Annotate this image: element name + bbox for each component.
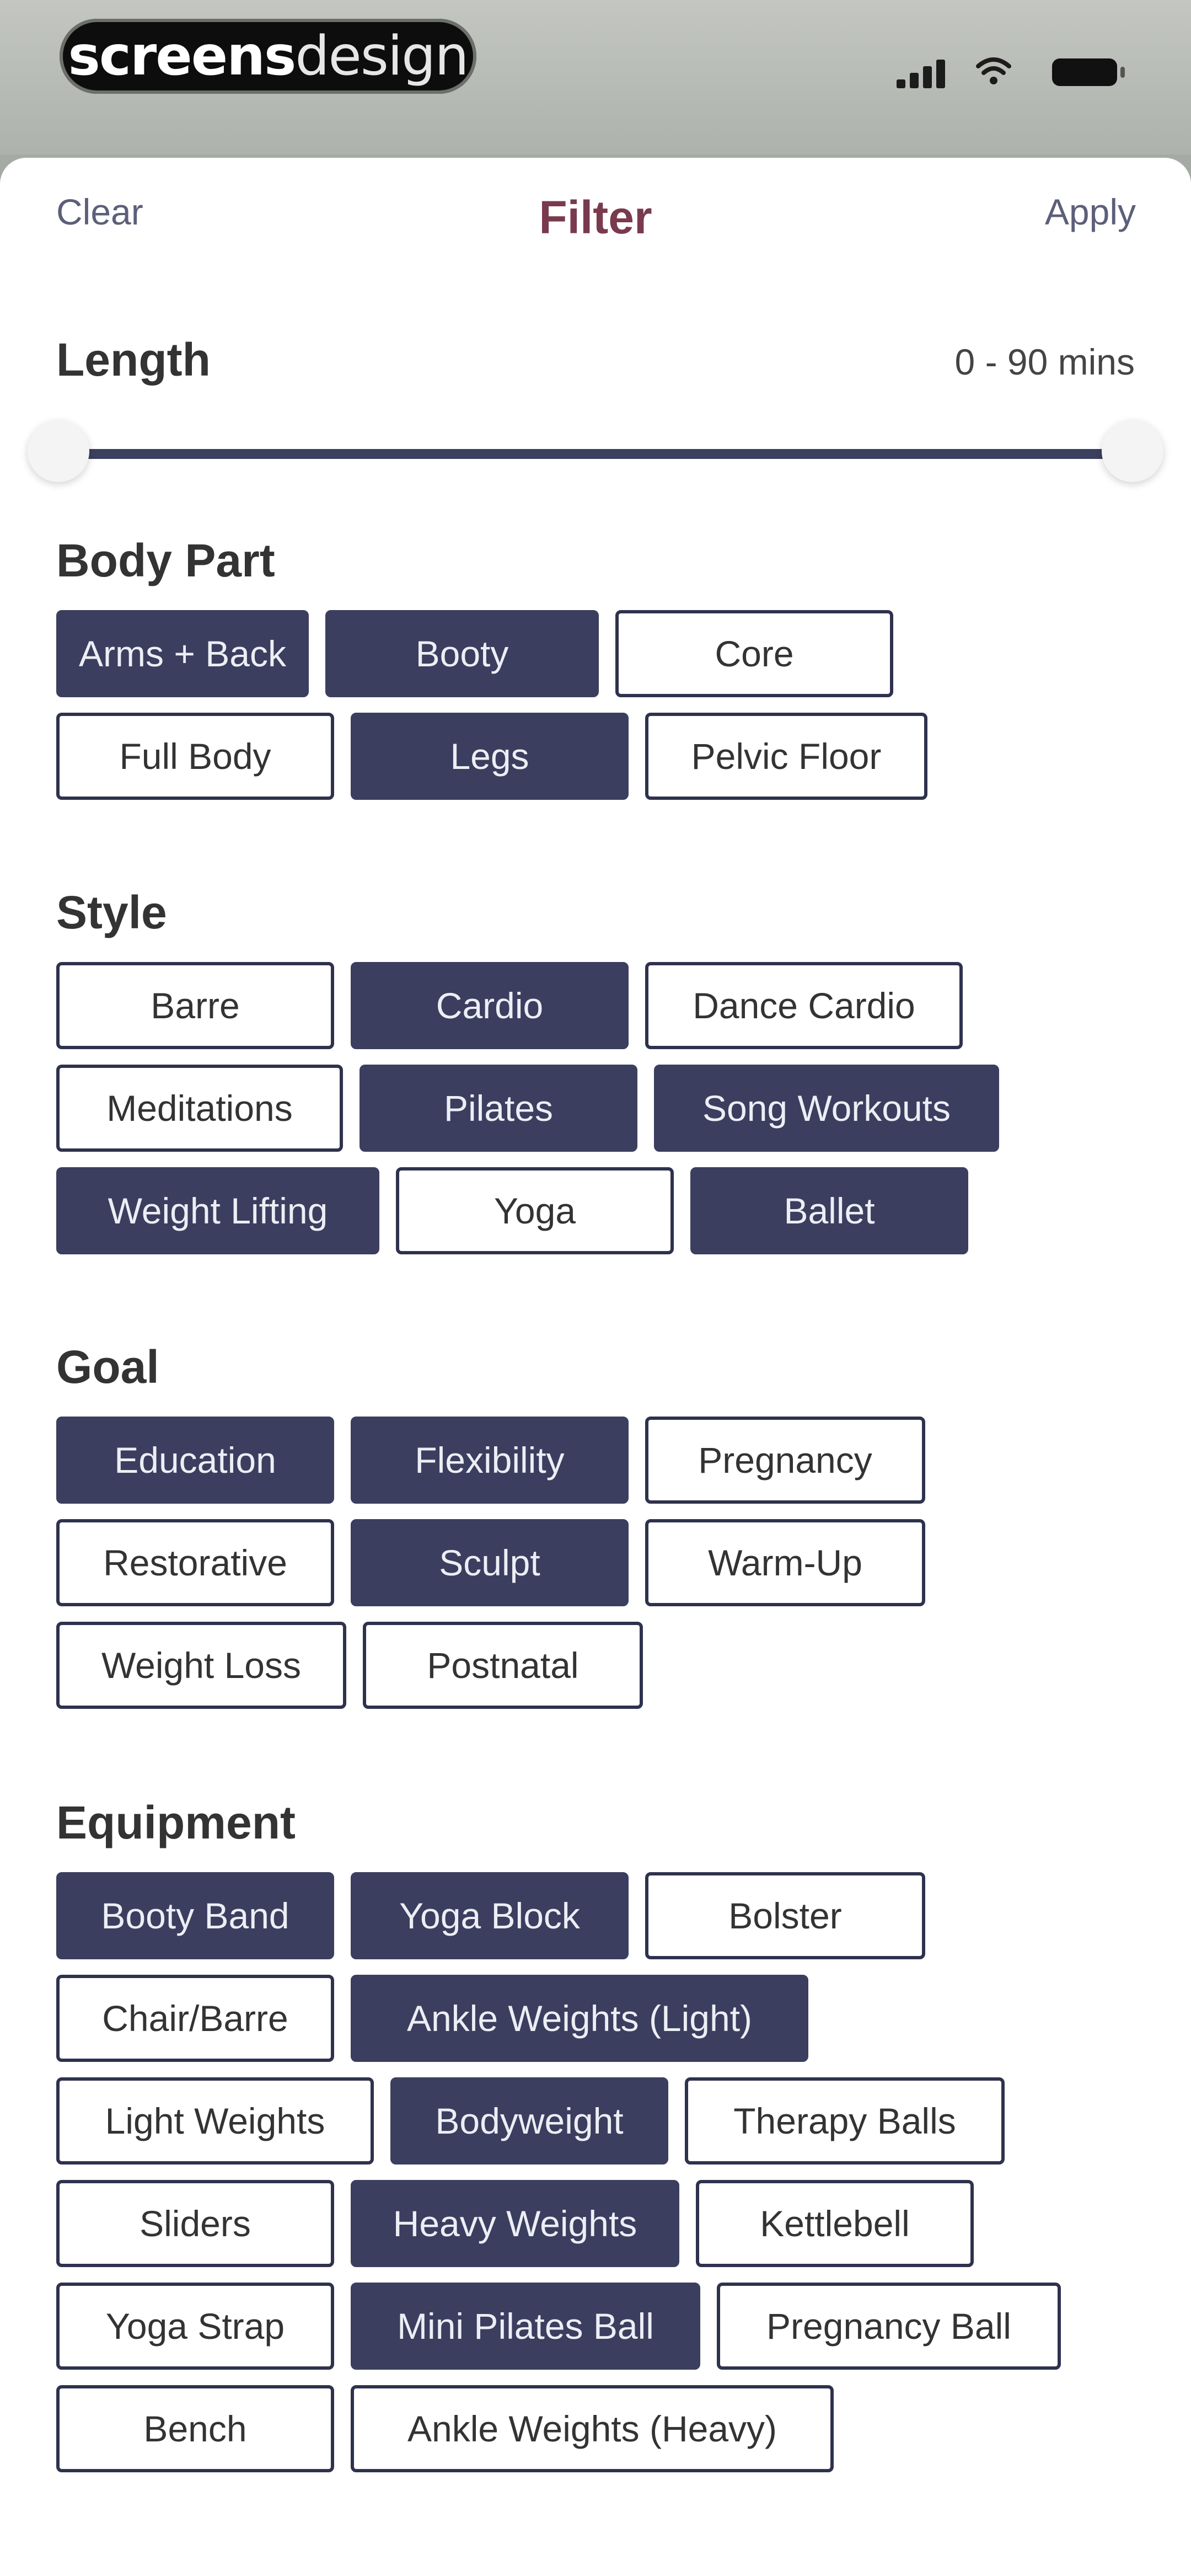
status-bar: screens design (0, 0, 1191, 154)
filter-chip[interactable]: Restorative (56, 1519, 334, 1606)
chip-row: Sliders Heavy Weights Kettlebell (56, 2180, 1135, 2268)
filter-chip[interactable]: Ballet (690, 1167, 968, 1254)
filter-chip[interactable]: Ankle Weights (Heavy) (351, 2385, 834, 2472)
filter-chip[interactable]: Ankle Weights (Light) (351, 1975, 808, 2062)
length-value: 0 - 90 mins (954, 341, 1135, 382)
length-range-slider[interactable] (28, 420, 1163, 487)
battery-icon (1052, 58, 1125, 86)
section-title: Goal (56, 1341, 159, 1393)
page-title: Filter (539, 191, 652, 243)
slider-min-handle[interactable] (28, 420, 89, 482)
chip-row: Yoga Strap Mini Pilates Ball Pregnancy Bal… (56, 2283, 1135, 2371)
filter-chip[interactable]: Chair/Barre (56, 1975, 334, 2062)
wifi-icon (976, 57, 1011, 84)
chip-row: Weight Lifting Yoga Ballet (56, 1167, 1135, 1255)
chip-group: Education Flexibility Pregnancy Restorative… (56, 1417, 1135, 1710)
section-title: Equipment (56, 1797, 296, 1848)
chip-row: Chair/Barre Ankle Weights (Light) (56, 1975, 1135, 2063)
slider-track[interactable] (66, 449, 1125, 459)
filter-chip[interactable]: Pilates (360, 1065, 637, 1152)
chip-row: Meditations Pilates Song Workouts (56, 1065, 1135, 1153)
filter-chip[interactable]: Postnatal (363, 1622, 643, 1709)
filter-sheet: Clear Filter Apply Length 0 - 90 mins Bo… (0, 158, 1191, 2576)
filter-chip[interactable]: Flexibility (351, 1417, 629, 1504)
goal-section: Goal Education Flexibility Pregnancy Restor… (56, 1339, 1135, 1724)
chip-row: Barre Cardio Dance Cardio (56, 962, 1135, 1050)
filter-chip[interactable]: Yoga Strap (56, 2283, 334, 2370)
length-header: Length 0 - 90 mins (56, 333, 1135, 388)
chip-row: Bench Ankle Weights (Heavy) (56, 2385, 1135, 2473)
filter-chip[interactable]: Mini Pilates Ball (351, 2283, 700, 2370)
filter-chip[interactable]: Therapy Balls (685, 2077, 1005, 2165)
slider-max-handle[interactable] (1102, 420, 1163, 482)
filter-chip[interactable]: Yoga Block (351, 1872, 629, 1959)
filter-chip[interactable]: Dance Cardio (645, 962, 963, 1049)
filter-chip[interactable]: Yoga (396, 1167, 674, 1254)
chip-row: Restorative Sculpt Warm-Up (56, 1519, 1135, 1607)
chip-row: Education Flexibility Pregnancy (56, 1417, 1135, 1505)
filter-chip[interactable]: Cardio (351, 962, 629, 1049)
chip-group: Booty Band Yoga Block Bolster Chair/Barre An… (56, 1872, 1135, 2473)
filter-chip[interactable]: Light Weights (56, 2077, 374, 2165)
filter-chip[interactable]: Song Workouts (654, 1065, 999, 1152)
filter-chip[interactable]: Weight Loss (56, 1622, 346, 1709)
equipment-section: Equipment Booty Band Yoga Block Bolster Cha… (56, 1795, 1135, 2488)
filter-chip[interactable]: Pregnancy (645, 1417, 925, 1504)
filter-chip[interactable]: Booty Band (56, 1872, 334, 1959)
section-title: Style (56, 886, 167, 938)
filter-chip[interactable]: Bench (56, 2385, 334, 2472)
filter-chip[interactable]: Legs (351, 713, 629, 800)
filter-chip[interactable]: Pregnancy Ball (717, 2283, 1061, 2370)
filter-chip[interactable]: Bodyweight (390, 2077, 668, 2165)
chip-row: Weight Loss Postnatal (56, 1622, 1135, 1710)
filter-chip[interactable]: Barre (56, 962, 334, 1049)
chip-row: Booty Band Yoga Block Bolster (56, 1872, 1135, 1960)
filter-chip[interactable]: Pelvic Floor (645, 713, 927, 800)
filter-chip[interactable]: Weight Lifting (56, 1167, 379, 1254)
status-icons (897, 55, 1125, 88)
filter-chip[interactable]: Arms + Back (56, 610, 309, 697)
chip-group: Barre Cardio Dance Cardio Meditations Pilate… (56, 962, 1135, 1255)
filter-chip[interactable]: Kettlebell (696, 2180, 974, 2267)
filter-chip[interactable]: Education (56, 1417, 334, 1504)
chip-row: Arms + Back Booty Core (56, 610, 1135, 698)
chip-row: Light Weights Bodyweight Therapy Balls (56, 2077, 1135, 2166)
filter-chip[interactable]: Warm-Up (645, 1519, 925, 1606)
filter-chip[interactable]: Sliders (56, 2180, 334, 2267)
filter-chip[interactable]: Full Body (56, 713, 334, 800)
logo-text-bold: screens (68, 25, 297, 88)
cellular-signal-icon (897, 55, 952, 88)
screensdesign-logo: screens design (60, 19, 476, 94)
chip-row: Full Body Legs Pelvic Floor (56, 713, 1135, 801)
filter-chip[interactable]: Core (615, 610, 893, 697)
filter-chip[interactable]: Sculpt (351, 1519, 629, 1606)
logo-text-light: design (295, 25, 469, 88)
body-part-section: Body Part Arms + Back Booty Core Full Body L… (56, 533, 1135, 815)
nav-bar: Clear Filter Apply (0, 191, 1191, 257)
apply-button[interactable]: Apply (1045, 191, 1136, 233)
filter-chip[interactable]: Bolster (645, 1872, 925, 1959)
style-section: Style Barre Cardio Dance Cardio Meditations… (56, 885, 1135, 1270)
filter-chip[interactable]: Heavy Weights (351, 2180, 679, 2267)
filter-chip[interactable]: Booty (325, 610, 599, 697)
filter-chip[interactable]: Meditations (56, 1065, 343, 1152)
section-title: Body Part (56, 535, 275, 586)
chip-group: Arms + Back Booty Core Full Body Legs Pelvic … (56, 610, 1135, 801)
